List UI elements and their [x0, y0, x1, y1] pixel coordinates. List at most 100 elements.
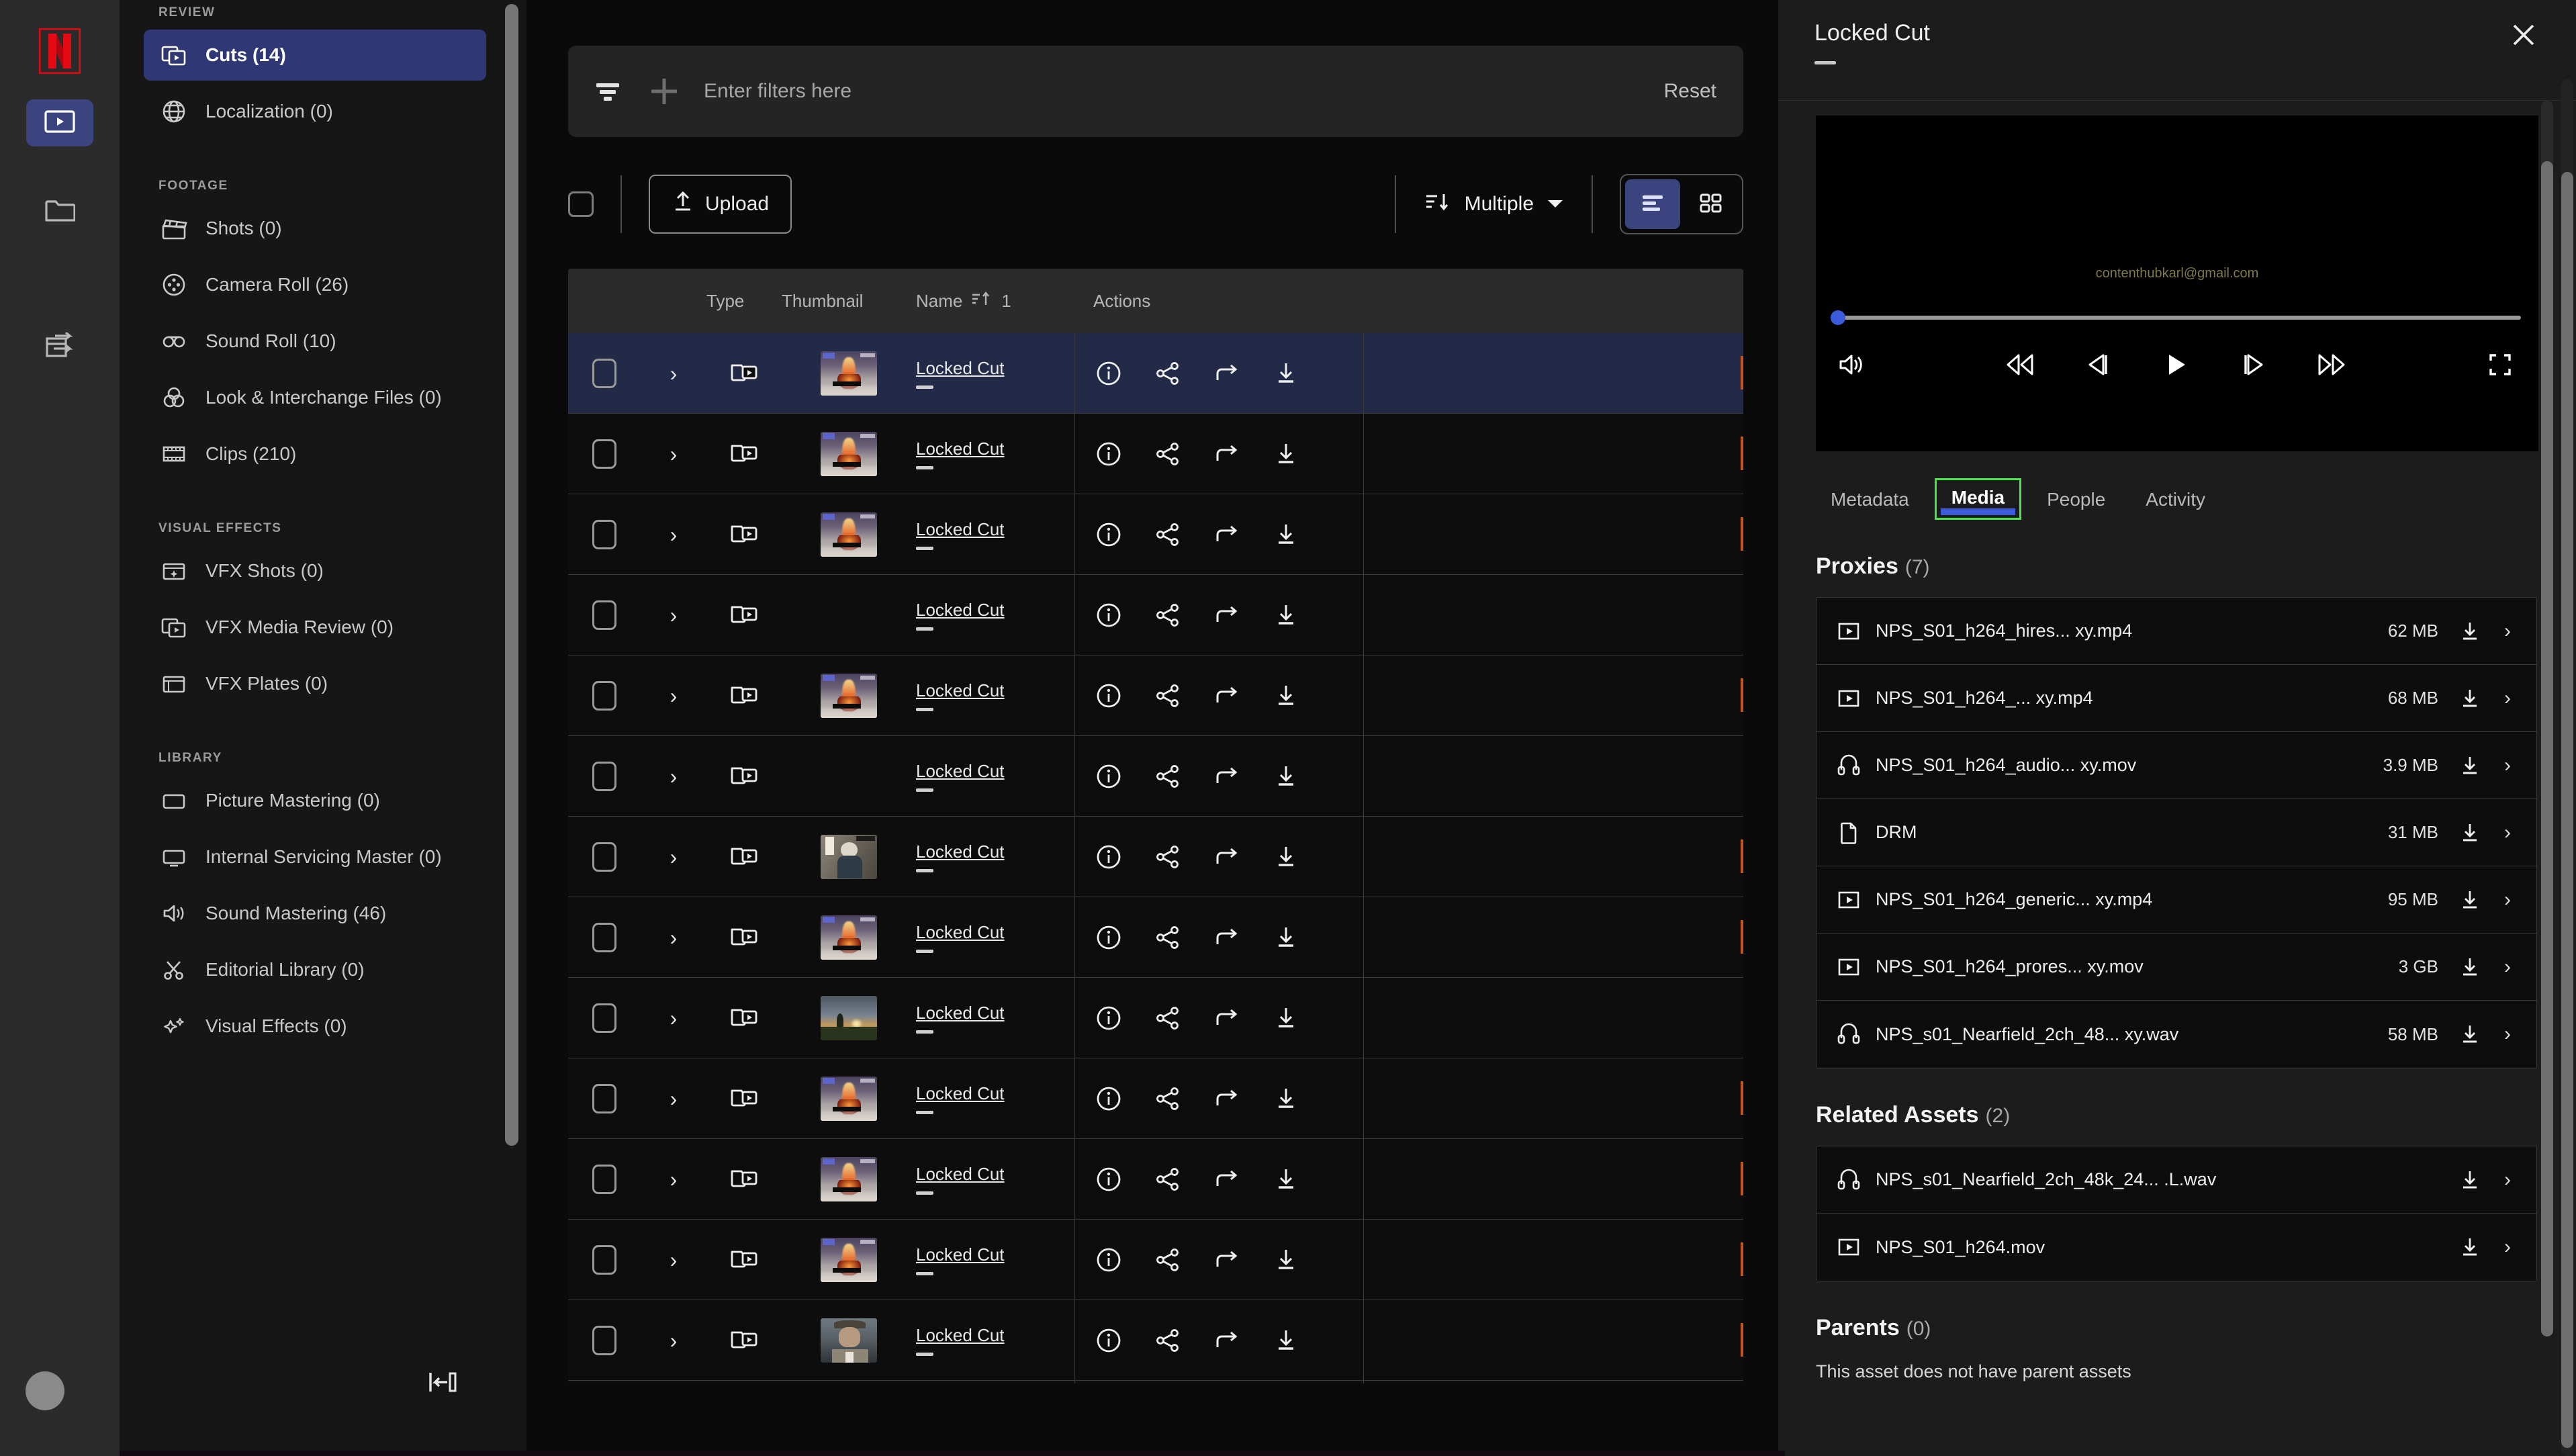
- details-scrollbar-outer[interactable]: [2541, 101, 2553, 1336]
- download-icon[interactable]: [1271, 762, 1301, 791]
- chevron-right-icon[interactable]: ›: [670, 604, 678, 626]
- download-icon[interactable]: [2457, 686, 2483, 711]
- chevron-right-icon[interactable]: ›: [670, 524, 678, 545]
- download-icon[interactable]: [2457, 753, 2483, 778]
- download-icon[interactable]: [1271, 520, 1301, 549]
- download-icon[interactable]: [1271, 1084, 1301, 1113]
- download-icon[interactable]: [1271, 923, 1301, 952]
- asset-row[interactable]: NPS_S01_h264.mov ›: [1816, 1214, 2536, 1281]
- sidebar-item-internal-servicing-master[interactable]: Internal Servicing Master (0): [144, 831, 486, 882]
- row-checkbox[interactable]: [592, 761, 616, 791]
- media-review-rail-button[interactable]: [26, 99, 93, 146]
- reset-filters-button[interactable]: Reset: [1664, 80, 1716, 103]
- share-nodes-icon[interactable]: [1153, 681, 1183, 711]
- sidebar-item-clips[interactable]: Clips (210): [144, 428, 486, 480]
- download-icon[interactable]: [1271, 842, 1301, 872]
- chevron-right-icon[interactable]: ›: [2496, 754, 2519, 777]
- chevron-right-icon[interactable]: ›: [670, 1330, 678, 1351]
- sidebar-item-look-interchange-files[interactable]: Look & Interchange Files (0): [144, 372, 486, 423]
- share-nodes-icon[interactable]: [1153, 1003, 1183, 1033]
- info-icon[interactable]: [1094, 1003, 1123, 1033]
- transfer-rail-button[interactable]: [26, 324, 93, 371]
- info-icon[interactable]: [1094, 359, 1123, 388]
- download-icon[interactable]: [2457, 954, 2483, 980]
- download-icon[interactable]: [1271, 1245, 1301, 1275]
- upload-button[interactable]: Upload: [649, 175, 792, 234]
- table-row[interactable]: › Locked Cut: [568, 1058, 1743, 1139]
- chevron-right-icon[interactable]: ›: [2496, 1169, 2519, 1191]
- table-row[interactable]: › Locked Cut: [568, 1139, 1743, 1220]
- info-icon[interactable]: [1094, 520, 1123, 549]
- asset-name-link[interactable]: Locked Cut: [916, 358, 1005, 379]
- table-row[interactable]: › Locked Cut: [568, 978, 1743, 1058]
- forward-arrow-icon[interactable]: [1212, 1084, 1242, 1113]
- asset-name-link[interactable]: Locked Cut: [916, 922, 1005, 943]
- row-checkbox[interactable]: [592, 680, 616, 711]
- filter-input[interactable]: [704, 80, 1664, 103]
- tab-activity[interactable]: Activity: [2131, 482, 2220, 520]
- chevron-right-icon[interactable]: ›: [670, 363, 678, 384]
- forward-arrow-icon[interactable]: [1212, 1245, 1242, 1275]
- info-icon[interactable]: [1094, 842, 1123, 872]
- share-nodes-icon[interactable]: [1153, 439, 1183, 469]
- tab-metadata[interactable]: Metadata: [1816, 482, 1924, 520]
- download-icon[interactable]: [1271, 1165, 1301, 1194]
- download-icon[interactable]: [2457, 1167, 2483, 1193]
- chevron-right-icon[interactable]: ›: [670, 685, 678, 707]
- download-icon[interactable]: [1271, 359, 1301, 388]
- asset-name-link[interactable]: Locked Cut: [916, 1164, 1005, 1185]
- row-checkbox[interactable]: [592, 439, 616, 469]
- chevron-right-icon[interactable]: ›: [670, 1249, 678, 1271]
- chevron-right-icon[interactable]: ›: [2496, 889, 2519, 911]
- table-row[interactable]: › Locked Cut: [568, 655, 1743, 736]
- share-nodes-icon[interactable]: [1153, 1326, 1183, 1355]
- info-icon[interactable]: [1094, 439, 1123, 469]
- share-nodes-icon[interactable]: [1153, 923, 1183, 952]
- progress-bar[interactable]: [1831, 310, 2521, 325]
- chevron-right-icon[interactable]: ›: [2496, 1023, 2519, 1046]
- asset-name-link[interactable]: Locked Cut: [916, 841, 1005, 862]
- share-nodes-icon[interactable]: [1153, 762, 1183, 791]
- forward-arrow-icon[interactable]: [1212, 1326, 1242, 1355]
- share-nodes-icon[interactable]: [1153, 1165, 1183, 1194]
- asset-row[interactable]: NPS_S01_h264_prores... xy.mov 3 GB ›: [1816, 934, 2536, 1001]
- sidebar-item-camera-roll[interactable]: Camera Roll (26): [144, 259, 486, 310]
- folders-rail-button[interactable]: [26, 188, 93, 235]
- chevron-right-icon[interactable]: ›: [670, 1007, 678, 1029]
- table-row[interactable]: › Locked Cut: [568, 414, 1743, 494]
- asset-name-link[interactable]: Locked Cut: [916, 1083, 1005, 1104]
- tab-media[interactable]: Media: [1934, 478, 2022, 520]
- asset-name-link[interactable]: Locked Cut: [916, 600, 1005, 621]
- info-icon[interactable]: [1094, 762, 1123, 791]
- row-checkbox[interactable]: [592, 358, 616, 388]
- forward-arrow-icon[interactable]: [1212, 842, 1242, 872]
- row-checkbox[interactable]: [592, 1164, 616, 1194]
- download-icon[interactable]: [1271, 681, 1301, 711]
- table-row[interactable]: › Locked Cut: [568, 817, 1743, 897]
- details-scrollbar-inner[interactable]: [2561, 79, 2573, 1456]
- asset-name-link[interactable]: Locked Cut: [916, 519, 1005, 540]
- filter-lines-icon[interactable]: [592, 75, 626, 108]
- chevron-right-icon[interactable]: ›: [670, 1088, 678, 1109]
- progress-knob[interactable]: [1831, 310, 1845, 325]
- grid-view-button[interactable]: [1683, 179, 1738, 229]
- tab-people[interactable]: People: [2032, 482, 2120, 520]
- download-icon[interactable]: [2457, 1234, 2483, 1260]
- forward-arrow-icon[interactable]: [1212, 359, 1242, 388]
- table-row[interactable]: › Locked Cut: [568, 1300, 1743, 1381]
- row-checkbox[interactable]: [592, 841, 616, 872]
- table-row[interactable]: › Locked Cut: [568, 736, 1743, 817]
- plus-icon[interactable]: [645, 72, 684, 111]
- forward-arrow-icon[interactable]: [1212, 762, 1242, 791]
- asset-name-link[interactable]: Locked Cut: [916, 761, 1005, 782]
- sidebar-item-vfx-shots[interactable]: VFX Shots (0): [144, 545, 486, 596]
- step-forward-icon[interactable]: [2233, 344, 2274, 385]
- download-icon[interactable]: [1271, 439, 1301, 469]
- row-checkbox[interactable]: [592, 600, 616, 630]
- chevron-right-icon[interactable]: ›: [2496, 956, 2519, 979]
- row-checkbox[interactable]: [592, 519, 616, 549]
- asset-row[interactable]: NPS_S01_h264_generic... xy.mp4 95 MB ›: [1816, 866, 2536, 934]
- share-nodes-icon[interactable]: [1153, 1245, 1183, 1275]
- sidebar-item-sound-mastering[interactable]: Sound Mastering (46): [144, 888, 486, 939]
- forward-arrow-icon[interactable]: [1212, 520, 1242, 549]
